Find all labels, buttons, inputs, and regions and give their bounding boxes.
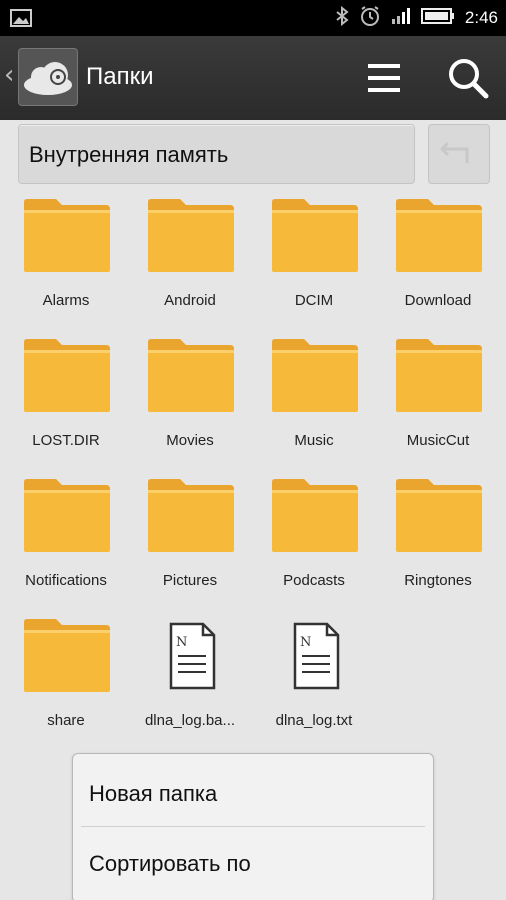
item-label: share (47, 712, 85, 729)
status-time: 2:46 (464, 8, 498, 27)
folder-item[interactable]: Download (376, 196, 500, 326)
folder-item[interactable]: Movies (128, 336, 252, 466)
folder-item[interactable]: MusicCut (376, 336, 500, 466)
status-bar: 2:46 (0, 0, 506, 36)
folder-icon (22, 616, 112, 694)
signal-icon (391, 7, 411, 29)
bluetooth-icon (335, 5, 349, 30)
context-menu: Новая папка Сортировать по (72, 753, 434, 900)
folder-item[interactable]: Alarms (4, 196, 128, 326)
folder-icon (270, 336, 360, 414)
folder-icon (146, 476, 236, 554)
search-icon[interactable] (444, 54, 492, 102)
item-label: dlna_log.txt (275, 712, 353, 729)
up-arrow-icon (439, 141, 469, 163)
image-icon (10, 9, 32, 31)
item-label: Podcasts (283, 572, 345, 589)
up-button[interactable] (428, 124, 490, 184)
folder-item[interactable]: Notifications (4, 476, 128, 606)
folder-item[interactable]: Ringtones (376, 476, 500, 606)
alarm-icon (359, 5, 381, 31)
svg-text:N: N (176, 635, 187, 650)
folder-icon (270, 196, 360, 274)
location-label: Внутренняя память (29, 142, 229, 167)
item-label: DCIM (294, 292, 334, 309)
folder-item[interactable]: Music (252, 336, 376, 466)
item-label: Pictures (162, 572, 218, 589)
page-title: Папки (86, 63, 154, 90)
item-label: Music (294, 432, 334, 449)
chevron-left-icon[interactable]: ‹ (4, 60, 14, 90)
folder-item[interactable]: DCIM (252, 196, 376, 326)
folder-icon (146, 196, 236, 274)
item-label: Ringtones (404, 572, 472, 589)
menu-divider (81, 826, 425, 827)
menu-item-sort-by[interactable]: Сортировать по (73, 830, 433, 898)
item-label: dlna_log.ba... (144, 712, 236, 729)
folder-icon (22, 476, 112, 554)
folder-icon (394, 336, 484, 414)
action-bar: ‹ Папки (0, 36, 506, 120)
item-label: MusicCut (406, 432, 470, 449)
menu-item-new-folder[interactable]: Новая папка (73, 760, 433, 828)
item-label: Android (164, 292, 216, 309)
item-label: Movies (166, 432, 214, 449)
folder-item[interactable]: LOST.DIR (4, 336, 128, 466)
folder-icon (22, 336, 112, 414)
item-label: Alarms (42, 292, 90, 309)
svg-text:N: N (300, 635, 311, 650)
location-bar[interactable]: Внутренняя память (18, 124, 415, 184)
folder-icon (146, 336, 236, 414)
folder-icon (270, 476, 360, 554)
folder-item[interactable]: share (4, 616, 128, 746)
cloud-icon[interactable] (18, 48, 78, 106)
battery-icon (420, 7, 455, 29)
folder-icon (22, 196, 112, 274)
item-label: LOST.DIR (32, 432, 100, 449)
folder-item[interactable]: Podcasts (252, 476, 376, 606)
folder-icon (394, 476, 484, 554)
folder-icon (394, 196, 484, 274)
item-label: Notifications (25, 572, 107, 589)
file-item[interactable]: Ndlna_log.txt (252, 616, 376, 746)
menu-icon[interactable] (362, 58, 406, 98)
folder-item[interactable]: Pictures (128, 476, 252, 606)
item-label: Download (404, 292, 472, 309)
file-item[interactable]: Ndlna_log.ba... (128, 616, 252, 746)
document-icon: N (270, 616, 360, 694)
document-icon: N (146, 616, 236, 694)
folder-item[interactable]: Android (128, 196, 252, 326)
